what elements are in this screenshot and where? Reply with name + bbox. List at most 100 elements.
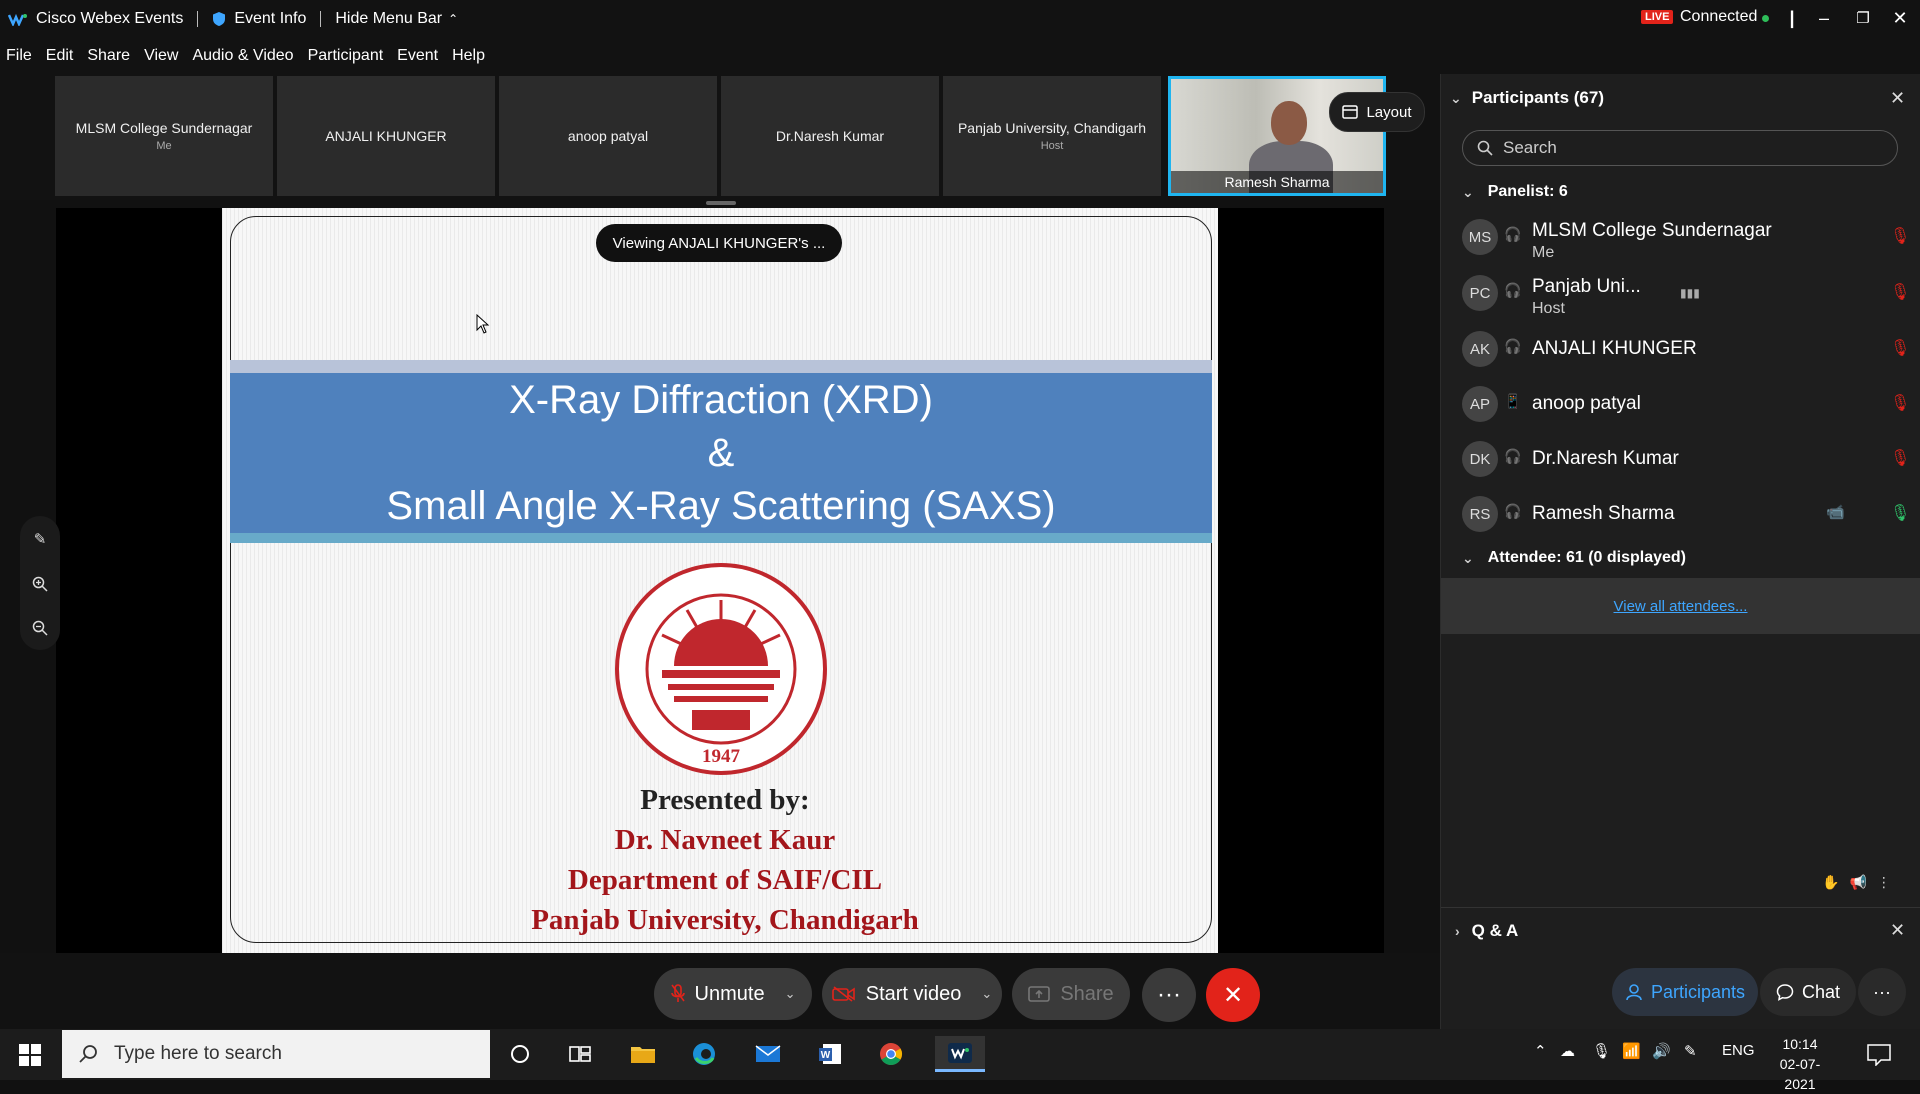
attendee-bar: View all attendees... xyxy=(1441,578,1920,634)
participants-title: Participants (67) xyxy=(1471,88,1604,107)
share-button[interactable]: Share xyxy=(1012,968,1130,1020)
volume-icon[interactable]: 🔊 xyxy=(1652,1042,1671,1060)
unmute-button[interactable]: Unmute ⌄ xyxy=(654,968,812,1020)
viewing-indicator[interactable]: Viewing ANJALI KHUNGER's ... xyxy=(596,224,842,262)
restore-button[interactable]: ❐ xyxy=(1848,4,1878,32)
menu-help[interactable]: Help xyxy=(452,47,485,65)
taskbar-search-placeholder: Type here to search xyxy=(114,1043,282,1064)
task-view-icon[interactable] xyxy=(562,1036,598,1072)
raise-hand-icon[interactable]: ✋ xyxy=(1822,874,1839,891)
qa-panel-header[interactable]: › Q & A xyxy=(1441,907,1920,954)
participant-row[interactable]: DK 🎧 Dr.Naresh Kumar 🎙 xyxy=(1462,436,1910,482)
active-mic-icon[interactable]: 🎙 xyxy=(1890,503,1910,523)
language-indicator[interactable]: ENG xyxy=(1722,1042,1755,1059)
participant-search-input[interactable]: Search xyxy=(1462,130,1898,166)
speaker-head xyxy=(1271,101,1307,145)
muted-mic-icon[interactable]: 🎙 xyxy=(1890,226,1910,246)
attendee-group-header[interactable]: ⌄ Attendee: 61 (0 displayed) xyxy=(1462,549,1686,567)
event-info-button[interactable]: Event Info xyxy=(212,10,306,28)
tile-role: Host xyxy=(1040,140,1064,152)
onedrive-icon[interactable]: ☁ xyxy=(1560,1042,1575,1060)
divider xyxy=(320,11,322,27)
live-badge: LIVE xyxy=(1641,10,1674,24)
chrome-icon[interactable] xyxy=(873,1036,909,1072)
participant-row[interactable]: AK 🎧 ANJALI KHUNGER 🎙 xyxy=(1462,326,1910,372)
video-tile[interactable]: Panjab University, Chandigarh Host xyxy=(943,76,1161,196)
word-icon[interactable]: W xyxy=(812,1036,848,1072)
menu-audio-video[interactable]: Audio & Video xyxy=(192,47,293,65)
menu-edit[interactable]: Edit xyxy=(46,47,74,65)
zoom-in-icon[interactable] xyxy=(32,576,48,592)
mail-icon[interactable] xyxy=(750,1036,786,1072)
webex-taskbar-icon[interactable] xyxy=(935,1036,985,1072)
chevron-down-icon[interactable]: ⌄ xyxy=(785,986,796,1002)
close-qa-button[interactable]: ✕ xyxy=(1890,920,1905,941)
svg-text:W: W xyxy=(821,1050,831,1061)
close-window-button[interactable]: ✕ xyxy=(1885,4,1915,32)
chevron-down-icon[interactable]: ⌄ xyxy=(981,986,992,1002)
more-panels-button[interactable]: ··· xyxy=(1858,968,1906,1016)
muted-mic-icon[interactable]: 🎙 xyxy=(1890,338,1910,358)
taskbar-search-input[interactable]: Type here to search xyxy=(62,1030,490,1078)
close-panel-button[interactable]: ✕ xyxy=(1890,88,1905,109)
cortana-icon[interactable] xyxy=(502,1036,538,1072)
start-video-button[interactable]: Start video ⌄ xyxy=(822,968,1002,1020)
notification-icon[interactable] xyxy=(1867,1044,1891,1066)
more-vertical-icon[interactable]: ⋮ xyxy=(1877,874,1891,891)
participant-name: Dr.Naresh Kumar xyxy=(1532,448,1679,469)
participants-tab-button[interactable]: Participants xyxy=(1612,968,1758,1016)
hide-menu-label: Hide Menu Bar xyxy=(335,10,443,27)
megaphone-icon[interactable]: 📢 xyxy=(1849,874,1866,891)
annotate-icon[interactable]: ✎ xyxy=(34,530,47,548)
video-tile[interactable]: MLSM College Sundernagar Me xyxy=(55,76,273,196)
minimize-button[interactable]: – xyxy=(1809,4,1839,32)
resize-handle[interactable] xyxy=(706,201,736,205)
video-tile[interactable]: Dr.Naresh Kumar xyxy=(721,76,939,196)
presenter-department: Department of SAIF/CIL xyxy=(567,864,883,896)
search-icon xyxy=(1477,140,1493,156)
divider-icon: | xyxy=(1789,7,1795,28)
headset-icon: 🎧 xyxy=(1504,448,1522,464)
microphone-icon[interactable]: 🎙 xyxy=(1592,1042,1611,1060)
hide-menu-bar-button[interactable]: Hide Menu Bar ⌃ xyxy=(335,10,458,28)
video-tile[interactable]: ANJALI KHUNGER xyxy=(277,76,495,196)
chevron-right-icon: › xyxy=(1455,923,1460,939)
leave-meeting-button[interactable]: ✕ xyxy=(1206,968,1260,1022)
chevron-down-icon: ⌄ xyxy=(1450,89,1462,106)
layout-button[interactable]: Layout xyxy=(1329,92,1425,132)
video-tile[interactable]: anoop patyal xyxy=(499,76,717,196)
attendee-count: Attendee: 61 (0 displayed) xyxy=(1487,549,1687,566)
file-explorer-icon[interactable] xyxy=(625,1036,661,1072)
menu-view[interactable]: View xyxy=(144,47,178,65)
edge-browser-icon[interactable] xyxy=(686,1036,722,1072)
app-name: Cisco Webex Events xyxy=(36,10,184,27)
participants-panel-header[interactable]: ⌄ Participants (67) xyxy=(1450,88,1604,108)
muted-mic-icon[interactable]: 🎙 xyxy=(1890,393,1910,413)
windows-start-icon[interactable] xyxy=(19,1044,41,1066)
participant-row[interactable]: AP 📱 anoop patyal 🎙 xyxy=(1462,381,1910,427)
panelist-group-header[interactable]: ⌄ Panelist: 6 xyxy=(1462,183,1568,201)
menu-participant[interactable]: Participant xyxy=(308,47,384,65)
view-all-attendees-link[interactable]: View all attendees... xyxy=(1614,598,1748,615)
zoom-out-icon[interactable] xyxy=(32,620,48,636)
participant-row[interactable]: MS 🎧 MLSM College Sundernagar Me 🎙 xyxy=(1462,214,1910,261)
chevron-up-icon[interactable]: ⌃ xyxy=(1534,1042,1547,1060)
more-options-button[interactable]: ··· xyxy=(1142,968,1196,1022)
menu-file[interactable]: File xyxy=(6,47,32,65)
taskbar-clock[interactable]: 10:14 02-07-2021 xyxy=(1765,1034,1835,1094)
chat-tab-button[interactable]: Chat xyxy=(1760,968,1856,1016)
slide-title-line: Small Angle X-Ray Scattering (SAXS) xyxy=(386,483,1056,528)
menu-event[interactable]: Event xyxy=(397,47,438,65)
participant-row[interactable]: PC 🎧 Panjab Uni... Host ▮▮▮ 🎙 xyxy=(1462,270,1910,317)
pen-icon[interactable]: ✎ xyxy=(1684,1042,1697,1060)
wifi-icon[interactable]: 📶 xyxy=(1622,1042,1641,1060)
muted-mic-icon[interactable]: 🎙 xyxy=(1890,282,1910,302)
menu-share[interactable]: Share xyxy=(87,47,130,65)
participants-tab-label: Participants xyxy=(1650,981,1746,1002)
participant-name: Ramesh Sharma xyxy=(1532,503,1675,524)
share-icon xyxy=(1028,986,1051,1002)
panelist-count: Panelist: 6 xyxy=(1487,183,1568,200)
muted-mic-icon[interactable]: 🎙 xyxy=(1890,448,1910,468)
start-video-label: Start video xyxy=(865,982,962,1005)
participant-row[interactable]: RS 🎧 Ramesh Sharma 📹 🎙 xyxy=(1462,491,1910,537)
